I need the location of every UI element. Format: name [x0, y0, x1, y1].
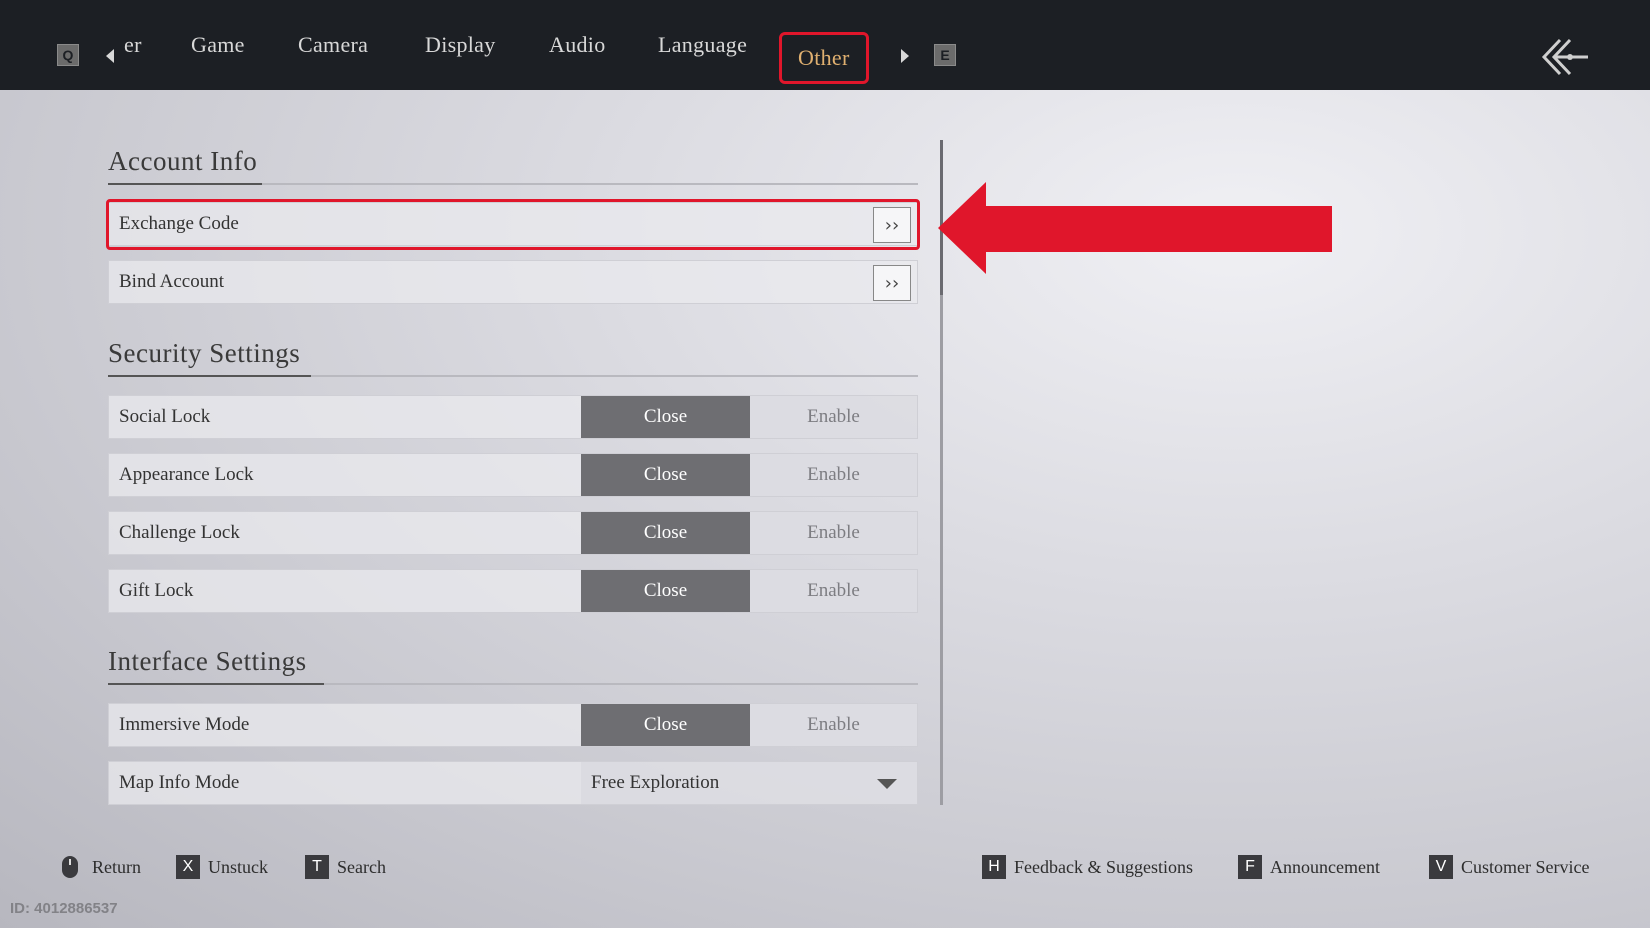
- key-icon: F: [1238, 855, 1262, 879]
- hint-unstuck[interactable]: X Unstuck: [176, 854, 268, 880]
- close-toggle[interactable]: Close: [581, 512, 750, 554]
- close-toggle[interactable]: Close: [581, 704, 750, 746]
- enable-toggle[interactable]: Enable: [750, 570, 917, 612]
- row-label: Social Lock: [119, 406, 211, 427]
- hint-label: Search: [337, 856, 386, 877]
- watermark: ID: 4012886537: [10, 900, 118, 917]
- section-title-account: Account Info: [108, 146, 258, 176]
- prev-tab-arrow-icon[interactable]: [106, 49, 114, 63]
- enable-toggle[interactable]: Enable: [750, 396, 917, 438]
- next-tab-key[interactable]: E: [934, 44, 956, 66]
- chevron-right-icon[interactable]: ››: [873, 265, 911, 301]
- tab-game[interactable]: Game: [191, 28, 245, 62]
- row-label: Appearance Lock: [119, 464, 254, 485]
- tab-audio[interactable]: Audio: [549, 28, 606, 62]
- hint-return[interactable]: Return: [62, 854, 141, 880]
- mouse-icon: [62, 856, 78, 878]
- row-map-info-mode: Map Info Mode Free Exploration: [108, 761, 918, 805]
- hint-customer-service[interactable]: V Customer Service: [1429, 854, 1589, 880]
- row-bind-account[interactable]: Bind Account ››: [108, 260, 918, 304]
- section-divider: [108, 683, 918, 685]
- key-icon: V: [1429, 855, 1453, 879]
- enable-toggle[interactable]: Enable: [750, 512, 917, 554]
- red-arrow-annotation: [938, 182, 1332, 274]
- section-divider: [108, 375, 918, 377]
- top-nav-bar: Q er Game Camera Display Audio Language …: [0, 0, 1650, 90]
- enable-toggle[interactable]: Enable: [750, 454, 917, 496]
- caret-down-icon: [877, 779, 897, 789]
- close-toggle[interactable]: Close: [581, 396, 750, 438]
- hint-announcement[interactable]: F Announcement: [1238, 854, 1380, 880]
- row-gift-lock: Gift Lock Close Enable: [108, 569, 918, 613]
- next-tab-arrow-icon[interactable]: [901, 49, 909, 63]
- section-title-security: Security Settings: [108, 338, 301, 368]
- enable-toggle[interactable]: Enable: [750, 704, 917, 746]
- row-social-lock: Social Lock Close Enable: [108, 395, 918, 439]
- hint-label: Return: [92, 856, 141, 877]
- row-label: Immersive Mode: [119, 714, 250, 735]
- prev-tab-key[interactable]: Q: [57, 44, 79, 66]
- tab-truncated[interactable]: er: [124, 28, 142, 62]
- back-arrow-icon[interactable]: [1540, 38, 1590, 76]
- key-icon: H: [982, 855, 1006, 879]
- close-toggle[interactable]: Close: [581, 570, 750, 612]
- row-immersive-mode: Immersive Mode Close Enable: [108, 703, 918, 747]
- tab-language[interactable]: Language: [658, 28, 747, 62]
- row-label: Gift Lock: [119, 580, 194, 601]
- tab-camera[interactable]: Camera: [298, 28, 368, 62]
- key-icon: X: [176, 855, 200, 879]
- hint-label: Customer Service: [1461, 856, 1590, 877]
- row-challenge-lock: Challenge Lock Close Enable: [108, 511, 918, 555]
- section-divider: [108, 183, 918, 185]
- row-appearance-lock: Appearance Lock Close Enable: [108, 453, 918, 497]
- hint-label: Feedback & Suggestions: [1014, 856, 1193, 877]
- row-label: Map Info Mode: [119, 772, 240, 793]
- tab-display[interactable]: Display: [425, 28, 496, 62]
- close-toggle[interactable]: Close: [581, 454, 750, 496]
- section-title-interface: Interface Settings: [108, 646, 307, 676]
- dropdown-value: Free Exploration: [591, 772, 720, 793]
- hint-search[interactable]: T Search: [305, 854, 386, 880]
- map-info-dropdown[interactable]: Free Exploration: [581, 762, 917, 804]
- tab-other[interactable]: Other: [779, 32, 869, 84]
- hint-label: Unstuck: [208, 856, 268, 877]
- row-label: Bind Account: [119, 271, 225, 292]
- hint-feedback[interactable]: H Feedback & Suggestions: [982, 854, 1193, 880]
- highlight-annotation: [106, 199, 920, 250]
- hint-label: Announcement: [1270, 856, 1380, 877]
- row-label: Challenge Lock: [119, 522, 240, 543]
- key-icon: T: [305, 855, 329, 879]
